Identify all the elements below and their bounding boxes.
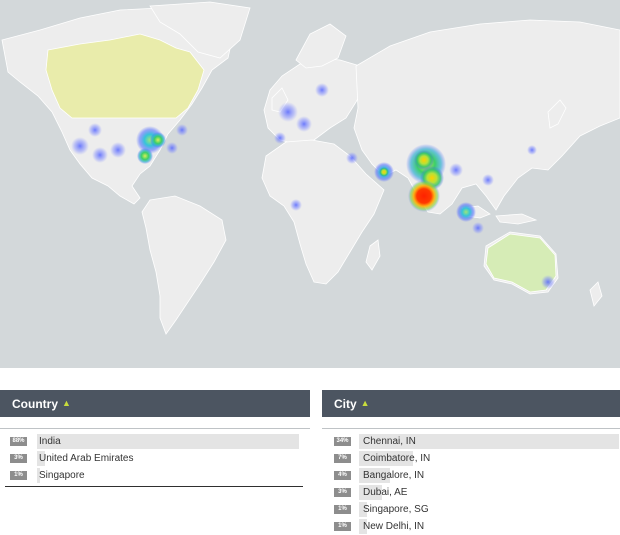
percent-badge: 1% [10, 471, 27, 480]
percent-badge: 1% [334, 522, 351, 531]
percent-badge: 1% [334, 505, 351, 514]
city-panel-header: City ▲ [322, 390, 620, 417]
country-label: India [39, 436, 61, 447]
percent-badge: 88% [10, 437, 27, 446]
list-item[interactable]: 1% New Delhi, IN [322, 518, 620, 535]
country-panel: Country ▲ 88% India 3% United Arab Emira… [0, 390, 310, 487]
city-label: Dubai, AE [363, 487, 408, 498]
map-canvas [1, 1, 620, 335]
city-panel-title: City [334, 396, 357, 411]
download-arrow-icon[interactable]: ▲ [62, 399, 71, 408]
divider [0, 428, 310, 429]
list-item[interactable]: 3% United Arab Emirates [0, 450, 310, 467]
city-list: 34% Chennai, IN 7% Coimbatore, IN 4% Ban… [322, 433, 620, 535]
download-arrow-icon[interactable]: ▲ [361, 399, 370, 408]
percent-badge: 34% [334, 437, 351, 446]
country-list: 88% India 3% United Arab Emirates 1% Sin… [0, 433, 310, 484]
city-panel: City ▲ 34% Chennai, IN 7% Coimbatore, IN… [322, 390, 620, 535]
share-bar [37, 434, 299, 449]
country-panel-title: Country [12, 396, 58, 411]
country-label: Singapore [39, 470, 85, 481]
list-item[interactable]: 7% Coimbatore, IN [322, 450, 620, 467]
list-item[interactable]: 3% Dubai, AE [322, 484, 620, 501]
city-label: Bangalore, IN [363, 470, 425, 481]
country-panel-header: Country ▲ [0, 390, 310, 417]
world-heatmap[interactable] [0, 0, 620, 368]
divider [5, 486, 303, 487]
list-item[interactable]: 34% Chennai, IN [322, 433, 620, 450]
divider [322, 428, 620, 429]
percent-badge: 3% [10, 454, 27, 463]
city-label: Singapore, SG [363, 504, 429, 515]
list-item[interactable]: 1% Singapore, SG [322, 501, 620, 518]
percent-badge: 4% [334, 471, 351, 480]
list-item[interactable]: 4% Bangalore, IN [322, 467, 620, 484]
city-label: Coimbatore, IN [363, 453, 431, 464]
country-label: United Arab Emirates [39, 453, 134, 464]
percent-badge: 7% [334, 454, 351, 463]
list-item[interactable]: 1% Singapore [0, 467, 310, 484]
city-label: New Delhi, IN [363, 521, 425, 532]
city-label: Chennai, IN [363, 436, 416, 447]
percent-badge: 3% [334, 488, 351, 497]
list-item[interactable]: 88% India [0, 433, 310, 450]
